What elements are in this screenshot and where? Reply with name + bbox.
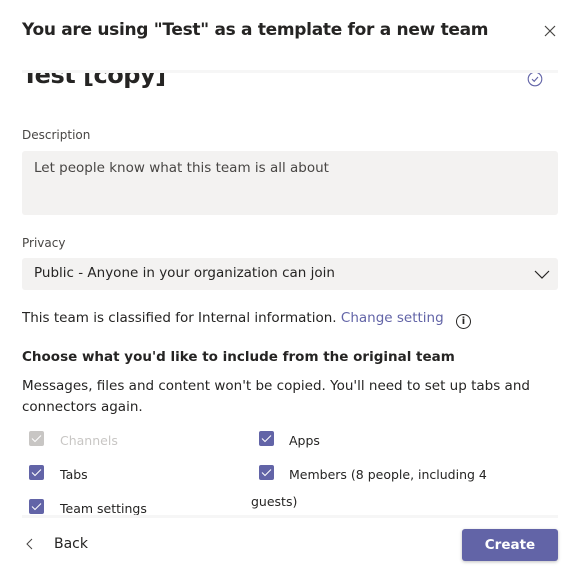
classification-text: This team is classified for Internal inf… [22, 310, 337, 326]
include-note: Messages, files and content won't be cop… [22, 378, 530, 415]
back-label: Back [54, 536, 88, 552]
privacy-select[interactable]: Public - Anyone in your organization can… [22, 258, 558, 290]
description-input[interactable]: Let people know what this team is all ab… [22, 151, 558, 215]
apps-label: Apps [289, 433, 320, 448]
dialog-scroll-area[interactable]: Test [copy] Description Let people know … [22, 70, 558, 518]
dialog-title: You are using "Test" as a template for a… [22, 20, 489, 40]
check-circle-icon [527, 73, 543, 87]
description-placeholder: Let people know what this team is all ab… [34, 160, 329, 176]
team-settings-label: Team settings [60, 501, 147, 516]
channels-checkbox[interactable] [29, 431, 44, 446]
classification-row: This team is classified for Internal inf… [22, 310, 471, 329]
tabs-checkbox[interactable] [29, 465, 44, 480]
change-setting-link[interactable]: Change setting [341, 310, 444, 326]
apps-checkbox[interactable] [259, 431, 274, 446]
description-label: Description [22, 128, 91, 142]
team-name-field[interactable]: Test [copy] [22, 73, 166, 89]
tabs-label: Tabs [60, 467, 88, 482]
members-label-wrap: guests) [251, 494, 298, 509]
chevron-left-icon [26, 538, 33, 550]
info-icon[interactable]: i [455, 314, 471, 329]
team-settings-checkbox[interactable] [29, 499, 44, 514]
create-button[interactable]: Create [462, 529, 558, 561]
channels-label: Channels [60, 433, 118, 448]
privacy-value: Public - Anyone in your organization can… [34, 265, 335, 281]
chevron-down-icon [534, 270, 550, 279]
back-button[interactable]: Back [26, 536, 88, 552]
close-icon[interactable] [541, 22, 559, 40]
privacy-label: Privacy [22, 236, 66, 250]
include-heading: Choose what you'd like to include from t… [22, 349, 455, 365]
members-checkbox[interactable] [259, 465, 274, 480]
members-label: Members (8 people, including 4 [289, 467, 487, 482]
